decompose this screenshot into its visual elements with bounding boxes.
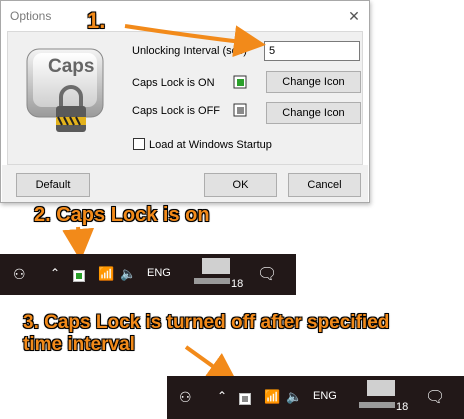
language-indicator[interactable]: ENG [313, 390, 337, 402]
people-icon[interactable]: ⚇ [179, 389, 192, 406]
caps-on-tray-icon[interactable] [73, 269, 85, 282]
clock-time-blurred [367, 380, 395, 396]
arrow-to-caps-on-tray [62, 226, 95, 261]
arrow-to-interval-input [124, 24, 266, 58]
step2-annotation: 2. Caps Lock is on [34, 204, 210, 226]
volume-icon[interactable]: 🔈 [120, 266, 136, 282]
clock-date-blurred [359, 402, 395, 408]
people-icon[interactable]: ⚇ [13, 266, 26, 283]
clock-time-blurred [202, 258, 230, 274]
volume-icon[interactable]: 🔈 [286, 389, 302, 405]
chevron-up-icon[interactable]: ⌃ [217, 389, 227, 403]
chevron-up-icon[interactable]: ⌃ [50, 266, 60, 280]
language-indicator[interactable]: ENG [147, 267, 171, 279]
step3-annotation-line1: 3. Caps Lock is turned off after specifi… [23, 312, 390, 333]
clock-date-blurred [194, 278, 230, 284]
action-center-icon[interactable]: 🗨 [257, 264, 277, 284]
step3-annotation-line2: time interval [23, 334, 135, 355]
wifi-icon[interactable]: 📶 [264, 389, 280, 405]
clock-date[interactable]: 18 [396, 401, 408, 413]
taskbar-caps-off: ⚇ ⌃ 📶 🔈 ENG 18 🗨 [167, 376, 464, 419]
wifi-icon[interactable]: 📶 [98, 266, 114, 282]
taskbar-caps-on: ⚇ ⌃ 📶 🔈 ENG 18 🗨 [0, 254, 296, 295]
caps-off-tray-icon[interactable] [239, 392, 251, 405]
clock-date[interactable]: 18 [231, 278, 243, 290]
action-center-icon[interactable]: 🗨 [425, 387, 445, 407]
